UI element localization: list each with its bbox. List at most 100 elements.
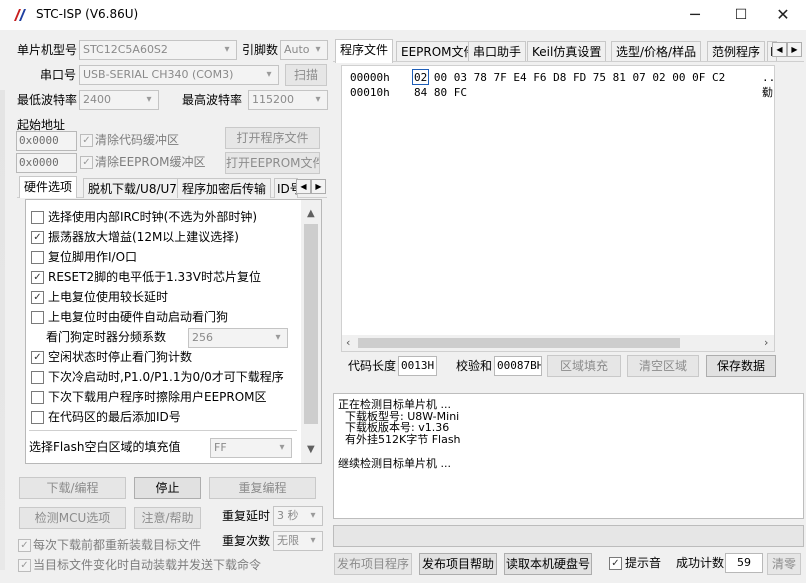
stop-button[interactable]: 停止	[134, 477, 201, 499]
tab-sample-programs[interactable]: 范例程序	[707, 41, 766, 61]
tab-encrypted-transfer[interactable]: 程序加密后传输	[177, 178, 272, 198]
hex-editor[interactable]: 00000h 02 00 03 78 7F E4 F6 D8 FD 75 81 …	[341, 65, 775, 352]
tab-hardware-options[interactable]: 硬件选项	[19, 176, 78, 198]
min-baud-value: 2400	[83, 93, 111, 106]
hex-bytes: 02 00 03 78 7F E4 F6 D8 FD 75 81 07 02 0…	[414, 71, 726, 84]
scroll-right-icon[interactable]: ›	[764, 336, 768, 349]
serial-port-value: USB-SERIAL CH340 (COM3)	[83, 68, 234, 81]
fill-value-select[interactable]: FF ▾	[210, 438, 292, 458]
option-checkbox[interactable]: ✓	[31, 231, 44, 244]
right-tab-scroll-right-icon[interactable]: ▶	[787, 42, 802, 57]
tab-id-number[interactable]: ID号	[274, 178, 298, 198]
mcu-model-select[interactable]: STC12C5A60S2 ▾	[79, 40, 237, 60]
code-length-value: 0013H	[398, 356, 437, 376]
mcu-model-label: 单片机型号	[17, 43, 78, 57]
clear-eeprom-buffer-checkbox[interactable]: ✓	[80, 156, 93, 169]
tab-program-file[interactable]: 程序文件	[335, 39, 394, 63]
read-disk-serial-button[interactable]: 读取本机硬盘号	[504, 553, 592, 575]
max-baud-label: 最高波特率	[182, 93, 243, 107]
eeprom-start-address-field[interactable]: 0x0000	[16, 153, 77, 173]
checksum-value: 00087BH	[494, 356, 542, 376]
serial-port-select[interactable]: USB-SERIAL CH340 (COM3) ▾	[79, 65, 279, 85]
option-label: 空闲状态时停止看门狗计数	[48, 350, 193, 364]
open-eeprom-file-button[interactable]: 打开EEPROM文件	[225, 152, 320, 174]
check-mcu-options-button[interactable]: 检测MCU选项	[19, 507, 126, 529]
option-checkbox[interactable]	[31, 371, 44, 384]
log-line: 继续检测目标单片机 ...	[338, 457, 451, 470]
maximize-button[interactable]: ☐	[718, 0, 764, 30]
watchdog-prescaler-select[interactable]: 256 ▾	[188, 328, 288, 348]
app-logo-icon	[14, 9, 26, 21]
mcu-model-value: STC12C5A60S2	[83, 43, 168, 56]
repeat-delay-select[interactable]: 3 秒 ▾	[273, 506, 323, 526]
open-program-file-button[interactable]: 打开程序文件	[225, 127, 320, 149]
scroll-left-icon[interactable]: ‹	[346, 336, 350, 349]
window-title: STC-ISP (V6.86U)	[36, 7, 139, 21]
option-checkbox[interactable]	[31, 251, 44, 264]
fill-value-row: 选择Flash空白区域的填充值	[29, 437, 180, 457]
option-checkbox[interactable]	[31, 311, 44, 324]
hex-address: 00010h	[350, 86, 390, 99]
scroll-down-icon[interactable]: ▼	[307, 444, 315, 455]
chevron-down-icon: ▾	[146, 94, 152, 105]
option-label: 振荡器放大增益(12M以上建议选择)	[48, 230, 239, 244]
reprogram-button[interactable]: 重复编程	[209, 477, 316, 499]
repeat-delay-value: 3 秒	[277, 509, 299, 522]
option-checkbox[interactable]: ✓	[31, 291, 44, 304]
background-strip	[0, 90, 5, 570]
publish-program-button[interactable]: 发布项目程序	[334, 553, 412, 575]
clear-code-buffer-checkbox[interactable]: ✓	[80, 134, 93, 147]
chevron-down-icon: ▾	[315, 44, 321, 55]
fill-area-button[interactable]: 区域填充	[547, 355, 621, 377]
tab-scroll-left-icon[interactable]: ◀	[296, 179, 311, 194]
auto-reload-on-change-checkbox[interactable]: ✓	[18, 559, 31, 572]
minimize-button[interactable]: ─	[672, 0, 718, 30]
tab-serial-assistant[interactable]: 串口助手	[468, 41, 527, 61]
max-baud-select[interactable]: 115200 ▾	[248, 90, 328, 110]
tab-keil-simulation[interactable]: Keil仿真设置	[527, 41, 607, 61]
progress-bar	[333, 525, 804, 547]
reload-before-download-label: 每次下载前都重新装载目标文件	[33, 538, 202, 552]
success-count-label: 成功计数	[676, 556, 725, 570]
clear-count-button[interactable]: 清零	[767, 553, 801, 575]
tab-scroll-right-icon[interactable]: ▶	[311, 179, 326, 194]
pin-count-label: 引脚数	[242, 43, 279, 57]
option-checkbox[interactable]: ✓	[31, 271, 44, 284]
save-data-button[interactable]: 保存数据	[706, 355, 776, 377]
publish-help-button[interactable]: 发布项目帮助	[419, 553, 497, 575]
min-baud-select[interactable]: 2400 ▾	[79, 90, 159, 110]
chevron-down-icon: ▾	[279, 442, 285, 453]
pin-count-value: Auto	[284, 43, 310, 56]
option-checkbox[interactable]: ✓	[31, 351, 44, 364]
hex-ascii: ...	[762, 71, 775, 84]
right-tab-scroll-left-icon[interactable]: ◀	[772, 42, 787, 57]
prompt-sound-label: 提示音	[625, 556, 662, 570]
help-button[interactable]: 注意/帮助	[134, 507, 201, 529]
close-button[interactable]: ✕	[760, 0, 806, 30]
scroll-up-icon[interactable]: ▲	[307, 208, 315, 219]
chevron-down-icon: ▾	[310, 535, 316, 546]
scroll-thumb[interactable]	[304, 224, 318, 424]
option-label: 在代码区的最后添加ID号	[48, 410, 181, 424]
option-checkbox[interactable]	[31, 411, 44, 424]
hex-horizontal-scrollbar[interactable]: ‹ ›	[342, 335, 774, 351]
reload-before-download-checkbox[interactable]: ✓	[18, 539, 31, 552]
option-label: RESET2脚的电平低于1.33V时芯片复位	[48, 270, 262, 284]
h-scroll-thumb[interactable]	[358, 338, 680, 348]
scan-button[interactable]: 扫描	[285, 64, 327, 86]
max-baud-value: 115200	[252, 93, 294, 106]
clear-area-button[interactable]: 清空区域	[627, 355, 699, 377]
option-checkbox[interactable]	[31, 211, 44, 224]
download-program-button[interactable]: 下载/编程	[19, 477, 126, 499]
tab-selection-price[interactable]: 选型/价格/样品	[611, 41, 702, 61]
repeat-count-label: 重复次数	[222, 534, 271, 548]
repeat-count-select[interactable]: 无限 ▾	[273, 531, 323, 551]
option-checkbox[interactable]	[31, 391, 44, 404]
options-scrollbar[interactable]: ▲ ▼	[301, 200, 321, 463]
code-start-address-field[interactable]: 0x0000	[16, 131, 77, 151]
pin-count-select[interactable]: Auto ▾	[280, 40, 328, 60]
tab-offline-download[interactable]: 脱机下载/U8/U7	[83, 178, 182, 198]
chevron-down-icon: ▾	[224, 44, 230, 55]
prompt-sound-checkbox[interactable]: ✓	[609, 557, 622, 570]
hex-bytes: 84 80 FC	[414, 86, 467, 99]
